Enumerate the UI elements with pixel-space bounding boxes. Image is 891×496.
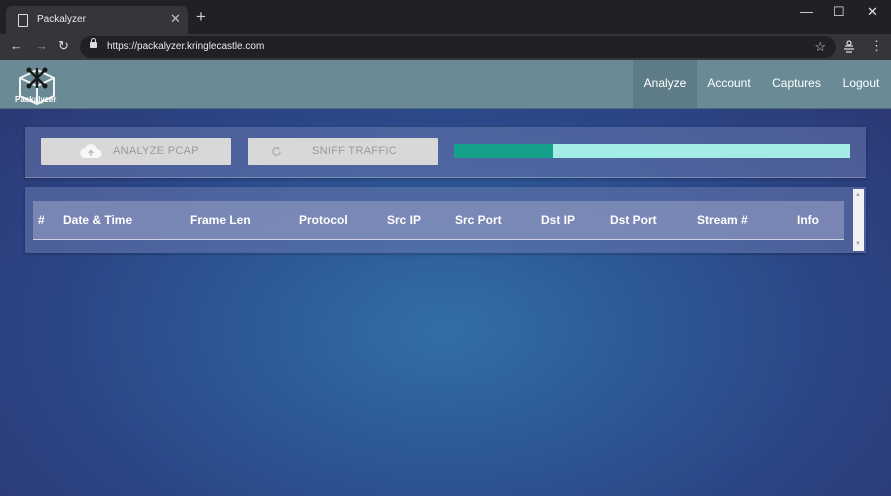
column-header-frame-len[interactable]: Frame Len [190, 213, 251, 227]
column-header-protocol[interactable]: Protocol [299, 213, 348, 227]
progress-fill [454, 144, 553, 158]
app-navbar: Packalyzer Analyze Account Captures Logo… [0, 60, 891, 109]
back-icon[interactable]: ← [10, 39, 23, 53]
column-header-info[interactable]: Info [797, 213, 819, 227]
browser-toolbar: ← → ↻ https://packalyzer.kringlecastle.c… [0, 34, 891, 60]
nav-logout[interactable]: Logout [835, 60, 887, 108]
column-header-dst-ip[interactable]: Dst IP [541, 213, 575, 227]
table-scrollbar[interactable]: ▲ ▼ [853, 189, 864, 251]
column-header-src-port[interactable]: Src Port [455, 213, 502, 227]
forward-icon[interactable]: → [35, 39, 48, 53]
controls-panel: ANALYZE PCAP SNIFF TRAFFIC [25, 127, 866, 178]
table-header-row: # Date & Time Frame Len Protocol Src IP … [33, 201, 844, 240]
new-tab-icon[interactable]: + [196, 8, 206, 25]
nav-analyze[interactable]: Analyze [633, 60, 697, 108]
address-bar[interactable]: https://packalyzer.kringlecastle.com ☆ [80, 36, 836, 58]
page-body: Packalyzer Analyze Account Captures Logo… [0, 60, 891, 496]
close-window-icon[interactable]: ✕ [867, 4, 878, 20]
nav-account[interactable]: Account [699, 60, 759, 108]
sniff-traffic-button[interactable]: SNIFF TRAFFIC [248, 138, 438, 165]
tab-title: Packalyzer [37, 14, 86, 25]
maximize-icon[interactable]: ☐ [833, 4, 845, 20]
analyze-pcap-label: ANALYZE PCAP [113, 145, 199, 157]
browser-tab-strip: Packalyzer ✕ + — ☐ ✕ [0, 0, 891, 34]
packet-table-panel: # Date & Time Frame Len Protocol Src IP … [25, 187, 866, 253]
refresh-icon [272, 146, 281, 156]
reload-icon[interactable]: ↻ [58, 39, 69, 53]
close-tab-icon[interactable]: ✕ [170, 11, 181, 27]
column-header-stream[interactable]: Stream # [697, 213, 748, 227]
page-icon [18, 14, 28, 27]
url-text[interactable]: https://packalyzer.kringlecastle.com [107, 41, 264, 52]
analyze-pcap-button[interactable]: ANALYZE PCAP [41, 138, 231, 165]
scroll-down-arrow-icon[interactable]: ▼ [855, 241, 861, 247]
browser-menu-icon[interactable]: ⋮ [870, 39, 883, 53]
column-header-number[interactable]: # [38, 213, 45, 227]
scroll-up-arrow-icon[interactable]: ▲ [855, 192, 861, 198]
column-header-date-time[interactable]: Date & Time [63, 213, 132, 227]
extension-icon[interactable] [843, 40, 855, 53]
sniff-traffic-label: SNIFF TRAFFIC [312, 145, 397, 157]
progress-bar [454, 144, 850, 158]
column-header-src-ip[interactable]: Src IP [387, 213, 421, 227]
nav-captures[interactable]: Captures [765, 60, 828, 108]
minimize-icon[interactable]: — [800, 4, 813, 19]
bookmark-star-icon[interactable]: ☆ [814, 39, 826, 55]
lock-icon [90, 38, 97, 48]
cloud-upload-icon [80, 144, 102, 158]
logo-text: Packalyzer [15, 95, 57, 104]
browser-tab[interactable]: Packalyzer ✕ [6, 6, 188, 34]
column-header-dst-port[interactable]: Dst Port [610, 213, 657, 227]
